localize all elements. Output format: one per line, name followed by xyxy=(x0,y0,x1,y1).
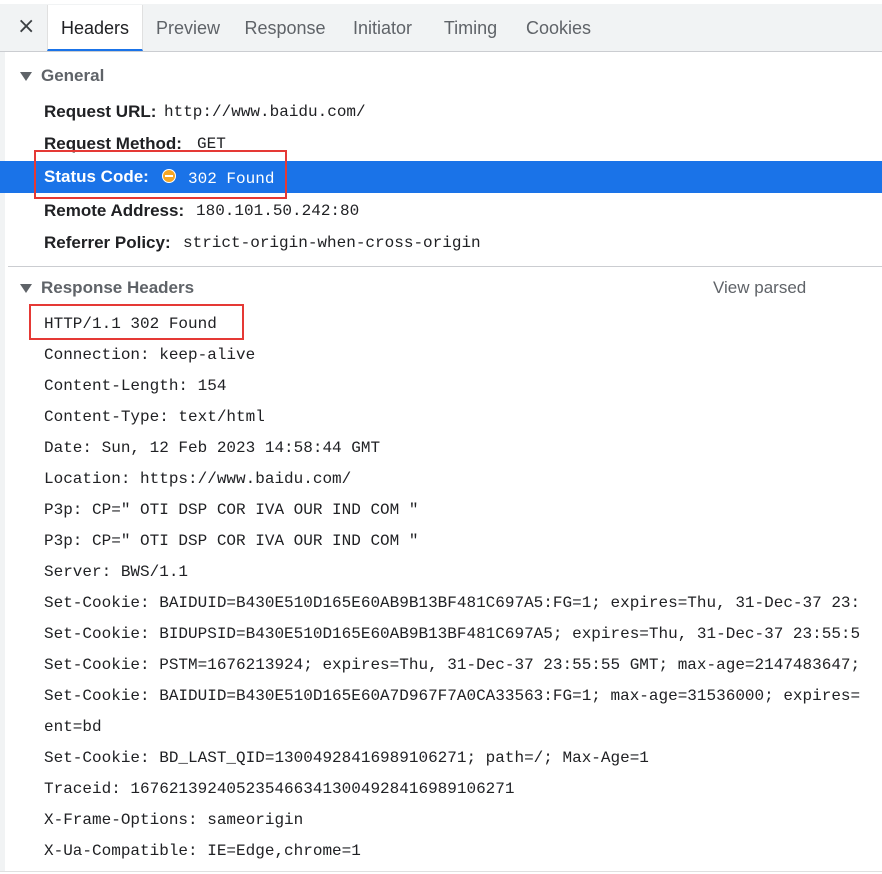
general-section-header[interactable]: General xyxy=(0,61,882,91)
response-header-line: Location: https://www.baidu.com/ xyxy=(44,470,352,488)
response-header-line: Set-Cookie: PSTM=1676213924; expires=Thu… xyxy=(44,656,861,674)
response-header-line: Set-Cookie: BIDUPSID=B430E510D165E60AB9B… xyxy=(44,625,861,643)
response-header-line: Server: BWS/1.1 xyxy=(44,563,189,581)
response-header-line: X-Ua-Compatible: IE=Edge,chrome=1 xyxy=(44,842,361,860)
tab-cookies[interactable]: Cookies xyxy=(515,5,602,51)
referrer-policy-label: Referrer Policy: xyxy=(44,233,171,252)
status-line-highlight-box xyxy=(29,304,244,340)
tab-timing[interactable]: Timing xyxy=(433,5,508,51)
response-header-line: Content-Length: 154 xyxy=(44,377,227,395)
response-header-line: Traceid: 1676213924052354663413004928416… xyxy=(44,780,515,798)
close-icon[interactable]: × xyxy=(17,16,35,38)
referrer-policy-row[interactable]: Referrer Policy: strict-origin-when-cros… xyxy=(0,227,882,259)
referrer-policy-value: strict-origin-when-cross-origin xyxy=(183,234,481,252)
tab-initiator[interactable]: Initiator xyxy=(340,5,425,51)
status-code-highlight-box xyxy=(34,150,287,199)
tab-response[interactable]: Response xyxy=(235,5,335,51)
response-header-line: Set-Cookie: BAIDUID=B430E510D165E60AB9B1… xyxy=(44,594,861,612)
section-divider xyxy=(8,266,882,267)
response-header-line: Set-Cookie: BAIDUID=B430E510D165E60A7D96… xyxy=(44,687,861,705)
response-header-line: Connection: keep-alive xyxy=(44,346,256,364)
response-header-line: P3p: CP=" OTI DSP COR IVA OUR IND COM " xyxy=(44,532,419,550)
request-url-label: Request URL: xyxy=(44,102,157,121)
tab-headers[interactable]: Headers xyxy=(47,5,143,51)
general-section-title: General xyxy=(41,66,105,85)
panel-bottom-edge xyxy=(0,871,882,872)
tab-preview[interactable]: Preview xyxy=(145,5,231,51)
expand-triangle-icon xyxy=(20,284,32,293)
request-url-row[interactable]: Request URL: http://www.baidu.com/ xyxy=(0,96,882,128)
response-header-line: P3p: CP=" OTI DSP COR IVA OUR IND COM " xyxy=(44,501,419,519)
response-header-line: Set-Cookie: BD_LAST_QID=1300492841698910… xyxy=(44,749,649,767)
view-parsed-link[interactable]: View parsed xyxy=(713,273,806,303)
response-header-line: Date: Sun, 12 Feb 2023 14:58:44 GMT xyxy=(44,439,381,457)
response-header-line: X-Frame-Options: sameorigin xyxy=(44,811,304,829)
remote-address-row[interactable]: Remote Address: 180.101.50.242:80 xyxy=(0,195,882,227)
request-url-value: http://www.baidu.com/ xyxy=(164,103,366,121)
response-headers-section-title: Response Headers xyxy=(41,278,195,297)
response-header-line: Content-Type: text/html xyxy=(44,408,265,426)
remote-address-label: Remote Address: xyxy=(44,201,185,220)
response-header-line: ent=bd xyxy=(44,718,102,736)
expand-triangle-icon xyxy=(20,72,32,81)
response-headers-section-header[interactable]: Response Headers View parsed xyxy=(0,273,882,303)
details-tab-bar: × Headers Preview Response Initiator Tim… xyxy=(0,0,882,52)
remote-address-value: 180.101.50.242:80 xyxy=(196,202,360,220)
